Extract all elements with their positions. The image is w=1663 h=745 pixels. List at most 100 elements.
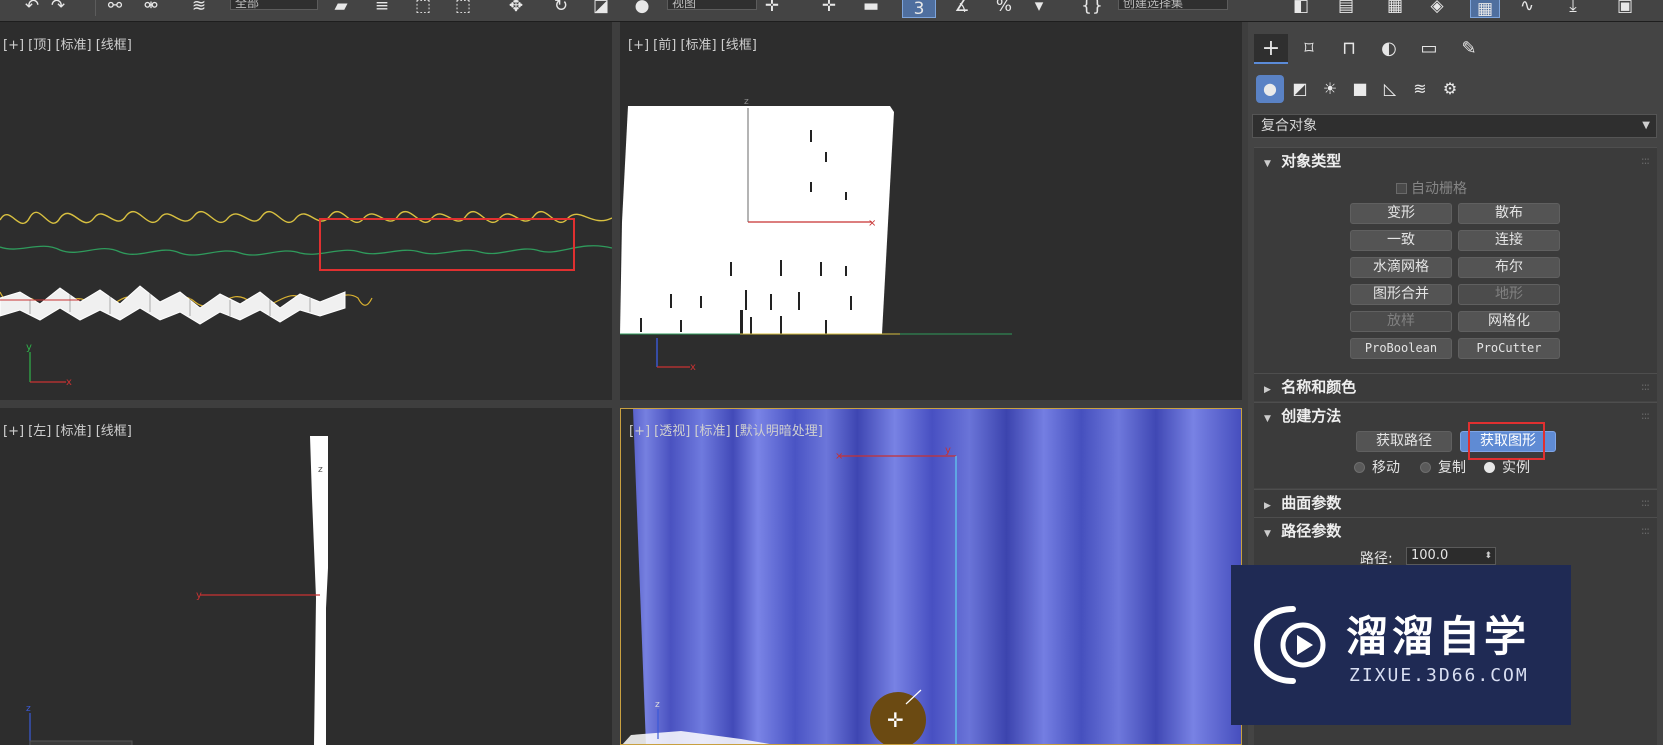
rollout-grip-icon: :::: [1640, 380, 1650, 393]
rollout-title: 对象类型: [1281, 152, 1342, 170]
reference-coord-dropdown[interactable]: 视图: [667, 0, 757, 10]
main-toolbar: ↶ ↷ ⚯ ⚮ ≋ 全部 ▰ ≡ ⬚ ⬚ ✥ ↻ ◪ ● 视图 ✛ ✛ ▬ 3 …: [0, 0, 1663, 22]
select-by-name-icon[interactable]: ≡: [370, 0, 394, 16]
viewport-divider-horizontal[interactable]: [0, 400, 1242, 408]
modify-tab-icon[interactable]: ⌑: [1292, 34, 1326, 64]
placement-icon[interactable]: ●: [630, 0, 654, 16]
front-view-scene: z × x: [620, 97, 1012, 373]
bind-spacewarp-icon[interactable]: ≋: [186, 0, 212, 16]
rollout-header-name-color[interactable]: ▶ 名称和颜色 :::: [1254, 374, 1657, 400]
create-tab-icon[interactable]: +: [1254, 34, 1288, 64]
hierarchy-tab-icon[interactable]: ⊓: [1332, 34, 1366, 64]
rollout-header-path-params[interactable]: ▼ 路径参数 :::: [1254, 518, 1657, 544]
helpers-icon[interactable]: ◺: [1376, 75, 1404, 103]
top-axis-gizmo: y x: [26, 342, 72, 388]
procutter-button[interactable]: ProCutter: [1458, 338, 1560, 359]
angle-snap-icon[interactable]: ∡: [950, 0, 974, 16]
keyboard-shortcut-icon[interactable]: ▬: [858, 0, 884, 16]
toolbar-separator: [95, 0, 96, 16]
viewport-perspective[interactable]: × y z ✛ [+] [透视] [标准] [默认明暗处理]: [620, 408, 1242, 745]
curve-editor-icon[interactable]: ∿: [1515, 0, 1539, 16]
scene-explorer-icon[interactable]: ▦: [1383, 0, 1407, 16]
expand-triangle-icon: ▼: [1264, 159, 1271, 169]
watermark-url: ZIXUE.3D66.COM: [1349, 665, 1529, 686]
blobmesh-button[interactable]: 水滴网格: [1350, 257, 1452, 278]
scatter-button[interactable]: 散布: [1458, 203, 1560, 224]
window-crossing-icon[interactable]: ⬚: [452, 0, 474, 16]
path-value: 100.0: [1411, 548, 1449, 563]
radio-move[interactable]: 移动: [1354, 457, 1400, 477]
rollout-title: 路径参数: [1281, 522, 1342, 540]
spinner-arrows-icon[interactable]: ⬍: [1484, 548, 1492, 564]
svg-text:×: ×: [835, 451, 843, 462]
unlink-icon[interactable]: ⚮: [140, 0, 162, 16]
curtain-front-silhouette: [620, 106, 894, 334]
autogrid-checkbox[interactable]: 自动栅格: [1396, 178, 1467, 198]
morph-button[interactable]: 变形: [1350, 203, 1452, 224]
undo-icon[interactable]: ↶: [22, 0, 42, 16]
redo-icon[interactable]: ↷: [48, 0, 68, 16]
get-path-button[interactable]: 获取路径: [1356, 431, 1452, 452]
green-wave-curve: [0, 245, 612, 256]
rotate-icon[interactable]: ↻: [550, 0, 572, 16]
viewport-left[interactable]: [+] [左] [标准] [线框] z y z: [0, 408, 612, 745]
terrain-button[interactable]: 地形: [1458, 284, 1560, 305]
named-selection-dropdown[interactable]: 创建选择集: [1118, 0, 1228, 10]
radio-dot: [1484, 462, 1495, 473]
rollout-header-creation-method[interactable]: ▼ 创建方法 :::: [1254, 403, 1657, 429]
lights-icon[interactable]: ☀: [1316, 75, 1344, 103]
move-icon[interactable]: ✥: [505, 0, 527, 16]
viewport-label-perspective[interactable]: [+] [透视] [标准] [默认明暗处理]: [629, 420, 823, 439]
snap-toggle-icon[interactable]: 3: [902, 0, 936, 19]
rollout-header-surface-params[interactable]: ▶ 曲面参数 :::: [1254, 490, 1657, 516]
radio-instance[interactable]: 实例: [1484, 457, 1530, 477]
selection-filter-dropdown[interactable]: 全部: [230, 0, 318, 10]
utilities-tab-icon[interactable]: ✎: [1452, 34, 1486, 64]
chevron-down-icon: ▼: [1642, 120, 1650, 131]
yellow-wave-curve: [0, 210, 612, 225]
conform-button[interactable]: 一致: [1350, 230, 1452, 251]
boolean-button[interactable]: 布尔: [1458, 257, 1560, 278]
rect-selection-icon[interactable]: ⬚: [412, 0, 434, 16]
geometry-icon[interactable]: ●: [1256, 75, 1284, 103]
svg-text:z: z: [655, 700, 660, 710]
viewport-divider-vertical[interactable]: [612, 22, 620, 745]
systems-icon[interactable]: ⚙: [1436, 75, 1464, 103]
rollout-surface-params: ▶ 曲面参数 :::: [1254, 489, 1657, 517]
ribbon-toggle-icon[interactable]: ▦: [1470, 0, 1500, 19]
shapes-icon[interactable]: ◩: [1286, 75, 1314, 103]
cameras-icon[interactable]: ■: [1346, 75, 1374, 103]
shapemerge-button[interactable]: 图形合并: [1350, 284, 1452, 305]
mirror-icon[interactable]: ◧: [1290, 0, 1312, 16]
select-manipulate-icon[interactable]: ✛: [818, 0, 840, 16]
link-icon[interactable]: ⚯: [104, 0, 126, 16]
svg-text:×: ×: [868, 218, 876, 229]
path-spinner[interactable]: 100.0 ⬍: [1406, 547, 1496, 565]
radio-copy[interactable]: 复制: [1420, 457, 1466, 477]
align-icon[interactable]: ▤: [1335, 0, 1357, 16]
expand-triangle-icon: ▼: [1264, 414, 1271, 424]
select-object-icon[interactable]: ▰: [330, 0, 352, 16]
material-editor-icon[interactable]: ▣: [1612, 0, 1638, 16]
red-highlight-box: [319, 218, 575, 271]
percent-snap-icon[interactable]: %: [992, 0, 1016, 16]
viewport-top[interactable]: [+] [顶] [标准] [线框] y x: [0, 22, 612, 400]
layer-explorer-icon[interactable]: ◈: [1425, 0, 1449, 16]
edit-named-sets-icon[interactable]: {}: [1080, 0, 1104, 16]
mesher-button[interactable]: 网格化: [1458, 311, 1560, 332]
loft-button[interactable]: 放样: [1350, 311, 1452, 332]
top-view-scene: y x: [0, 210, 612, 388]
display-tab-icon[interactable]: ▭: [1412, 34, 1446, 64]
viewport-front[interactable]: [+] [前] [标准] [线框] z × x: [620, 22, 1242, 400]
category-dropdown[interactable]: 复合对象 ▼: [1252, 114, 1657, 138]
rollout-header-object-type[interactable]: ▼ 对象类型 :::: [1254, 148, 1657, 174]
pivot-center-icon[interactable]: ✛: [762, 0, 782, 16]
spinner-snap-icon[interactable]: ▾: [1030, 0, 1048, 16]
connect-button[interactable]: 连接: [1458, 230, 1560, 251]
proboolean-button[interactable]: ProBoolean: [1350, 338, 1452, 359]
motion-tab-icon[interactable]: ◐: [1372, 34, 1406, 64]
svg-text:y: y: [196, 590, 202, 601]
schematic-view-icon[interactable]: ⤓: [1560, 0, 1586, 16]
spacewarps-icon[interactable]: ≋: [1406, 75, 1434, 103]
scale-icon[interactable]: ◪: [590, 0, 612, 16]
